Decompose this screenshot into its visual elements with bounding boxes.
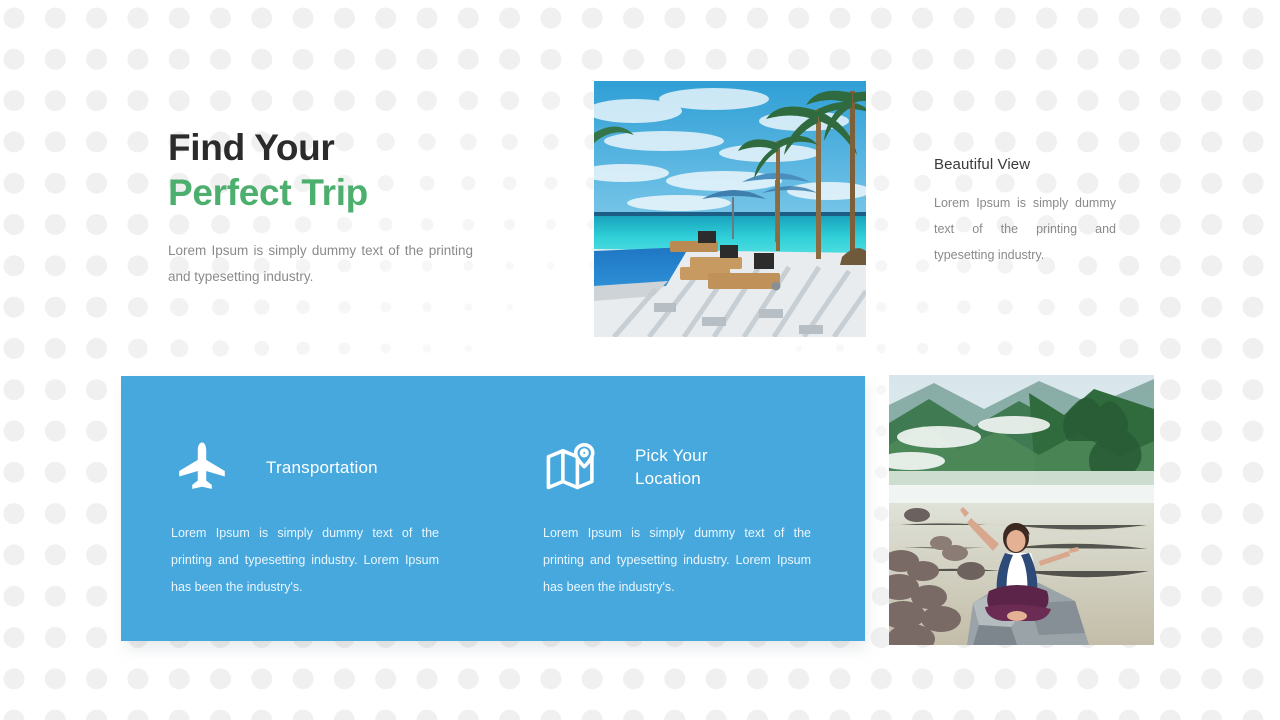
- airplane-icon: [171, 440, 233, 494]
- beautiful-view-block: Beautiful View Lorem Ipsum is simply dum…: [934, 156, 1116, 268]
- feature-header: Transportation: [171, 436, 491, 498]
- beach-resort-photo: [594, 81, 866, 337]
- feature-title: Pick Your Location: [635, 444, 708, 490]
- headline-line-2: Perfect Trip: [168, 172, 368, 213]
- heading-block: Find Your Perfect Trip Lorem Ipsum is si…: [168, 125, 478, 290]
- feature-title-line-1: Pick Your: [635, 446, 708, 465]
- headline-line-1: Find Your: [168, 127, 335, 168]
- river-meditation-photo: [889, 375, 1154, 645]
- feature-header: Pick Your Location: [543, 436, 863, 498]
- feature-description: Lorem Ipsum is simply dummy text of the …: [171, 526, 439, 594]
- feature-pick-your-location: Pick Your Location Lorem Ipsum is simply …: [543, 436, 863, 601]
- feature-title-line-2: Location: [635, 469, 701, 488]
- river-photo-art: [889, 375, 1154, 645]
- features-panel: Transportation Lorem Ipsum is simply dum…: [121, 376, 865, 641]
- slide-canvas: Find Your Perfect Trip Lorem Ipsum is si…: [0, 0, 1280, 720]
- beach-photo-art: [594, 81, 866, 337]
- page-title: Find Your Perfect Trip: [168, 125, 478, 215]
- map-location-icon: [543, 441, 605, 493]
- beautiful-view-text: Lorem Ipsum is simply dummy text of the …: [934, 196, 1116, 262]
- feature-description: Lorem Ipsum is simply dummy text of the …: [543, 526, 811, 594]
- intro-paragraph: Lorem Ipsum is simply dummy text of the …: [168, 243, 473, 284]
- beautiful-view-title: Beautiful View: [934, 156, 1031, 173]
- feature-transportation: Transportation Lorem Ipsum is simply dum…: [171, 436, 491, 601]
- feature-title: Transportation: [266, 457, 378, 477]
